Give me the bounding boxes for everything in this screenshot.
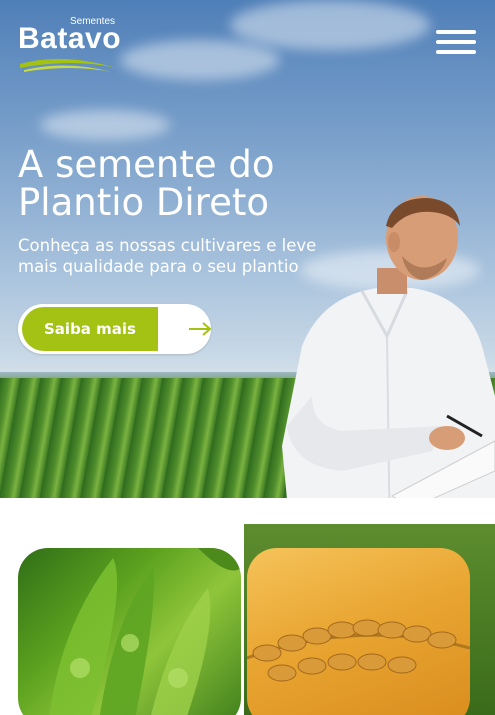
wheat-card[interactable] [247,548,470,715]
hamburger-menu-icon [436,40,476,44]
cloud [120,40,280,80]
hamburger-menu-button[interactable] [436,30,478,56]
saiba-mais-label: Saiba mais [22,307,158,351]
cloud [40,110,170,140]
saiba-mais-button[interactable]: Saiba mais [18,304,211,354]
hamburger-menu-icon [436,30,476,34]
batavo-logo[interactable]: Sementes Batavo [18,14,128,74]
logo-swoosh-icon [20,58,116,72]
subtitle-line-1: Conheça as nossas cultivares e leve [18,236,317,255]
headline-line-1: A semente do [18,143,275,186]
soybean-card[interactable] [18,548,241,715]
hero-subtitle: Conheça as nossas cultivares e leve mais… [18,235,348,277]
hero-headline: A semente do Plantio Direto [18,146,338,222]
hamburger-menu-icon [436,50,476,54]
arrow-right-icon [189,322,211,336]
cloud [230,0,430,50]
wheat-ears-image [247,619,470,682]
headline-line-2: Plantio Direto [18,181,269,224]
soybean-pods-image [49,548,241,715]
subtitle-line-2: mais qualidade para o seu plantio [18,257,299,276]
hero-banner: Sementes Batavo A semente do Plantio Dir… [0,0,495,498]
